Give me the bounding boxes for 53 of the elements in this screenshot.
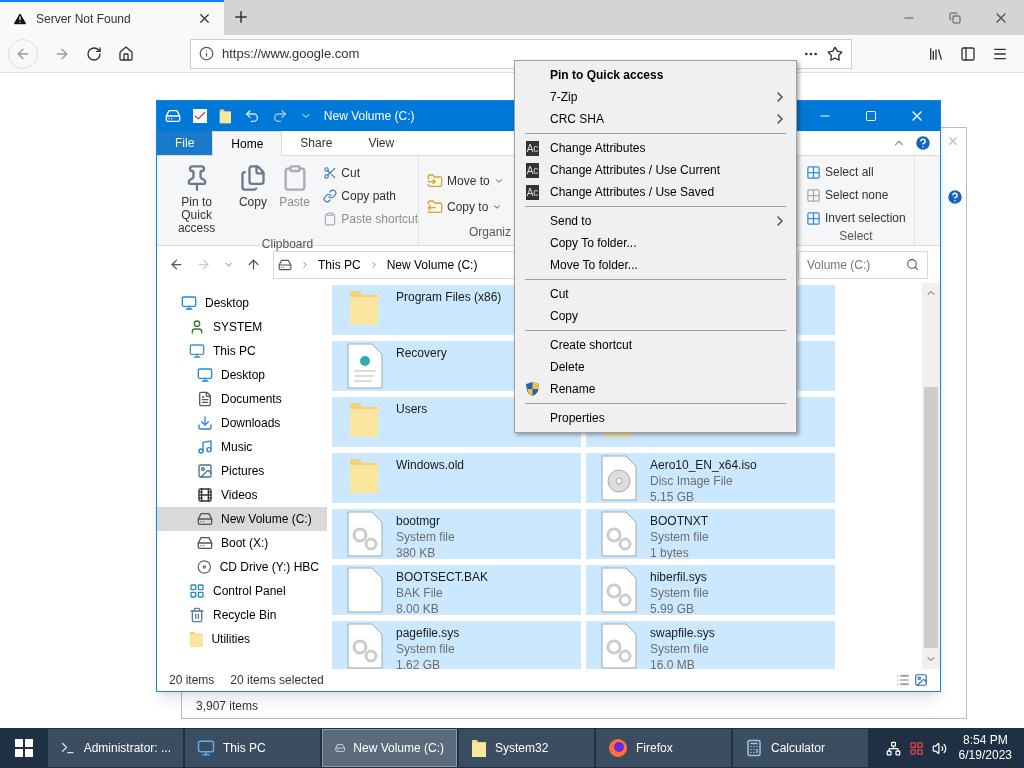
group-label: Organiz (467, 224, 512, 241)
nav-label: Music (221, 439, 253, 456)
file-type: System file (650, 641, 710, 657)
file-type: System file (650, 529, 709, 545)
window-title: New Volume (C:) (323, 108, 415, 125)
file-name: Users (396, 401, 428, 417)
nav-label: Documents (221, 391, 282, 408)
group-label: Select (838, 228, 874, 245)
clock-time: 8:54 PM (962, 733, 1008, 748)
nav-label: New Volume (C:) (221, 511, 312, 528)
tab-title: Server Not Found (36, 10, 132, 28)
file-type: BAK File (396, 585, 444, 601)
file-type: Disc Image File (650, 473, 734, 489)
file-name: bootmgr (396, 513, 442, 529)
item-count: 3,907 items (196, 698, 259, 715)
file-size: 5.99 GB (650, 601, 696, 615)
file-name: Aero10_EN_x64.iso (650, 457, 757, 473)
nav-label: CD Drive (Y:) HBC (219, 559, 319, 576)
file-size: 16.0 MB (650, 657, 696, 669)
file-name: pagefile.sys (396, 625, 460, 641)
file-type: System file (396, 641, 456, 657)
nav-label: Recycle Bin (213, 607, 277, 624)
file-name: Program Files (x86) (396, 289, 502, 305)
selection-count: 20 items selected (230, 672, 324, 689)
item-count: 20 items (169, 672, 215, 689)
file-name: BOOTNXT (650, 513, 709, 529)
file-name: hiberfil.sys (650, 569, 708, 585)
file-type: System file (650, 585, 709, 601)
nav-label: Desktop (205, 295, 250, 312)
nav-label: SYSTEM (213, 319, 263, 336)
file-size: 1.62 GB (396, 657, 442, 669)
attributes-icon: Ac (525, 184, 540, 200)
file-name: swapfile.sys (650, 625, 715, 641)
nav-label: Pictures (221, 463, 265, 480)
nav-label: Downloads (221, 415, 281, 432)
nav-label: Boot (X:) (221, 535, 269, 552)
file-size: 5.15 GB (650, 489, 696, 503)
nav-label: This PC (213, 343, 256, 360)
nav-label: Control Panel (213, 583, 286, 600)
file-name: Windows.old (396, 457, 465, 473)
clock-date: 6/19/2023 (958, 748, 1012, 763)
file-type: System file (396, 529, 455, 545)
file-size: 380 KB (396, 545, 437, 559)
file-name: BOOTSECT.BAK (396, 569, 489, 585)
attributes-icon: Ac (525, 140, 540, 156)
file-size: 8.00 KB (396, 601, 440, 615)
file-size: 1 bytes (650, 545, 690, 559)
attributes-icon: Ac (525, 162, 540, 178)
nav-label: Desktop (221, 367, 266, 384)
nav-label: Utilities (211, 631, 251, 648)
file-name: Recovery (396, 345, 447, 361)
group-label: Clipboard (260, 236, 315, 253)
nav-label: Videos (221, 487, 258, 504)
